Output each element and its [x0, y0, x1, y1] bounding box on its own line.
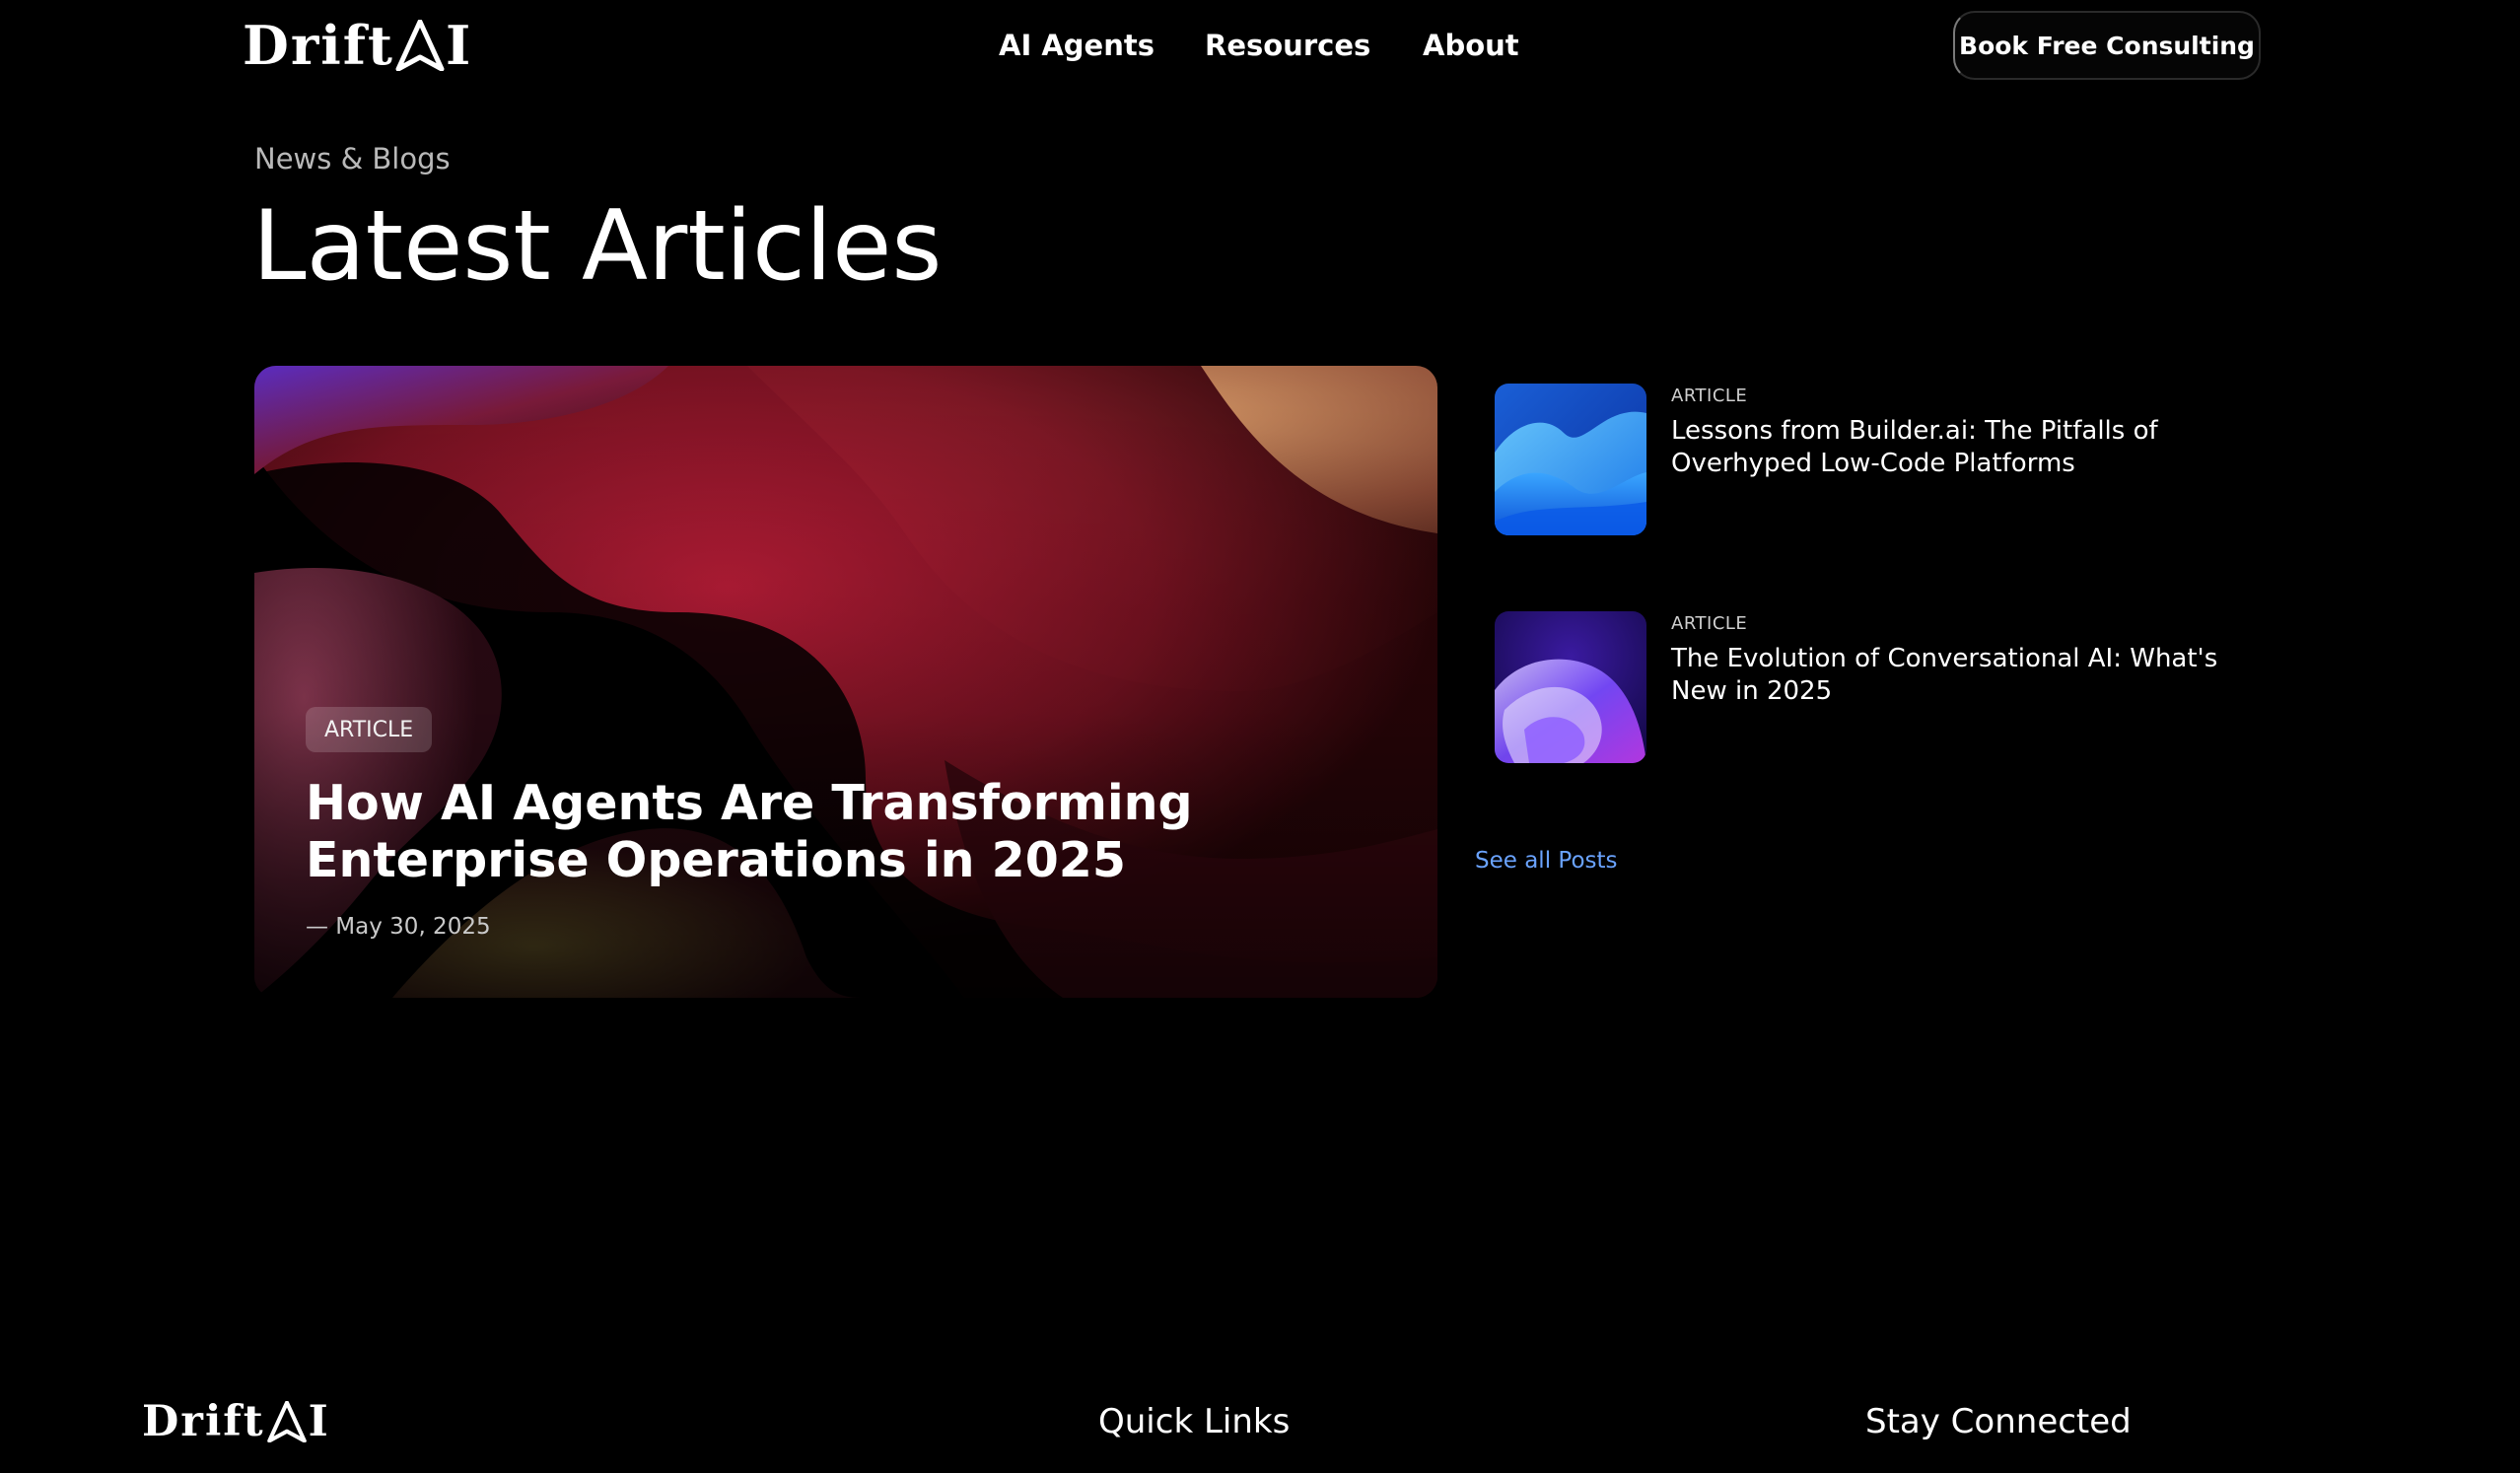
section-eyebrow: News & Blogs	[254, 142, 451, 175]
nav-item-resources[interactable]: Resources	[1205, 24, 1370, 67]
page: Drift I AI Agents Resources About Book F…	[0, 0, 2520, 1473]
featured-article-title[interactable]: How AI Agents Are Transforming Enterpris…	[306, 775, 1341, 889]
blue-wave-thumbnail	[1495, 384, 1646, 535]
nav-item-ai-agents[interactable]: AI Agents	[999, 24, 1155, 67]
abstract-gradient-waves-image	[254, 366, 1437, 998]
article-badge: ARTICLE	[306, 707, 433, 752]
footer-quick-links-heading: Quick Links	[1098, 1402, 1291, 1441]
footer-stay-connected-heading: Stay Connected	[1865, 1402, 2132, 1441]
footer-logo[interactable]: Drift I	[142, 1394, 330, 1449]
side-article-card[interactable]: ARTICLE Lessons from Builder.ai: The Pit…	[1495, 384, 2264, 537]
page-title: Latest Articles	[252, 190, 943, 303]
logo-text-prefix: Drift	[142, 1397, 265, 1446]
see-all-posts-link[interactable]: See all Posts	[1475, 848, 1618, 874]
featured-article-card[interactable]: ARTICLE How AI Agents Are Transforming E…	[254, 366, 1437, 998]
nav-item-about[interactable]: About	[1423, 24, 1519, 67]
purple-swirl-image	[1495, 611, 1646, 763]
book-consulting-button[interactable]: Book Free Consulting	[1953, 11, 2261, 80]
logo-text-suffix: I	[308, 1397, 330, 1446]
blue-wave-image	[1495, 384, 1646, 535]
side-article-title[interactable]: The Evolution of Conversational AI: What…	[1671, 643, 2253, 708]
compass-a-icon	[266, 1401, 307, 1442]
side-article-card[interactable]: ARTICLE The Evolution of Conversational …	[1495, 611, 2264, 765]
side-article-kicker: ARTICLE	[1671, 613, 1748, 634]
purple-swirl-thumbnail	[1495, 611, 1646, 763]
side-article-title[interactable]: Lessons from Builder.ai: The Pitfalls of…	[1671, 415, 2253, 480]
side-article-kicker: ARTICLE	[1671, 386, 1748, 406]
featured-article-date: — May 30, 2025	[306, 914, 491, 940]
